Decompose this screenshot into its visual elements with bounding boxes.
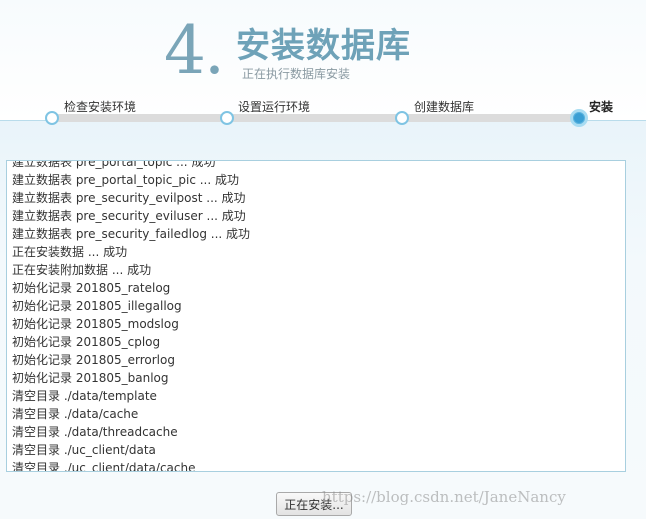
log-line: 清空目录 ./data/threadcache (12, 425, 178, 439)
log-line: 清空目录 ./data/cache (12, 407, 139, 421)
step-node-install (570, 109, 588, 127)
progress-track (52, 114, 578, 122)
log-line: 建立数据表 pre_security_eviluser ... 成功 (12, 209, 246, 223)
log-line: 初始化记录 201805_banlog (12, 371, 169, 385)
step-node-create-db (395, 111, 409, 125)
page-subtitle: 正在执行数据库安装 (242, 67, 351, 81)
log-line: 正在安装数据 ... 成功 (12, 245, 128, 259)
log-line: 初始化记录 201805_cplog (12, 335, 161, 349)
step-node-setup-env (220, 111, 234, 125)
install-log-lines: 建立数据表 pre_portal_topic ... 成功建立数据表 pre_p… (7, 160, 625, 472)
log-line: 初始化记录 201805_modslog (12, 317, 179, 331)
step-label-create-db: 创建数据库 (414, 100, 475, 114)
step-label-install: 安装 (589, 100, 614, 114)
step-number-digit: 4 (164, 12, 206, 89)
log-line: 初始化记录 201805_illegallog (12, 299, 182, 313)
log-line: 建立数据表 pre_security_evilpost ... 成功 (12, 191, 246, 205)
log-line: 清空目录 ./data/template (12, 389, 157, 403)
step-label-check-env: 检查安装环境 (64, 100, 137, 114)
log-line: 初始化记录 201805_errorlog (12, 353, 175, 367)
step-number-dot: . (204, 12, 225, 89)
log-line: 清空目录 ./uc_client/data (12, 443, 156, 457)
page-title: 安装数据库 (236, 26, 411, 66)
step-number: 4. (164, 12, 225, 89)
watermark: https://blog.csdn.net/JaneNancy (322, 488, 566, 506)
step-node-check-env (45, 111, 59, 125)
log-line: 建立数据表 pre_security_failedlog ... 成功 (12, 227, 251, 241)
install-log[interactable]: 建立数据表 pre_portal_topic ... 成功建立数据表 pre_p… (6, 160, 626, 472)
step-label-setup-env: 设置运行环境 (238, 100, 311, 114)
log-line: 初始化记录 201805_ratelog (12, 281, 171, 295)
log-line: 正在安装附加数据 ... 成功 (12, 263, 152, 277)
log-line: 建立数据表 pre_portal_topic ... 成功 (12, 160, 216, 169)
log-line: 清空目录 ./uc_client/data/cache (12, 461, 196, 472)
log-line: 建立数据表 pre_portal_topic_pic ... 成功 (12, 173, 239, 187)
